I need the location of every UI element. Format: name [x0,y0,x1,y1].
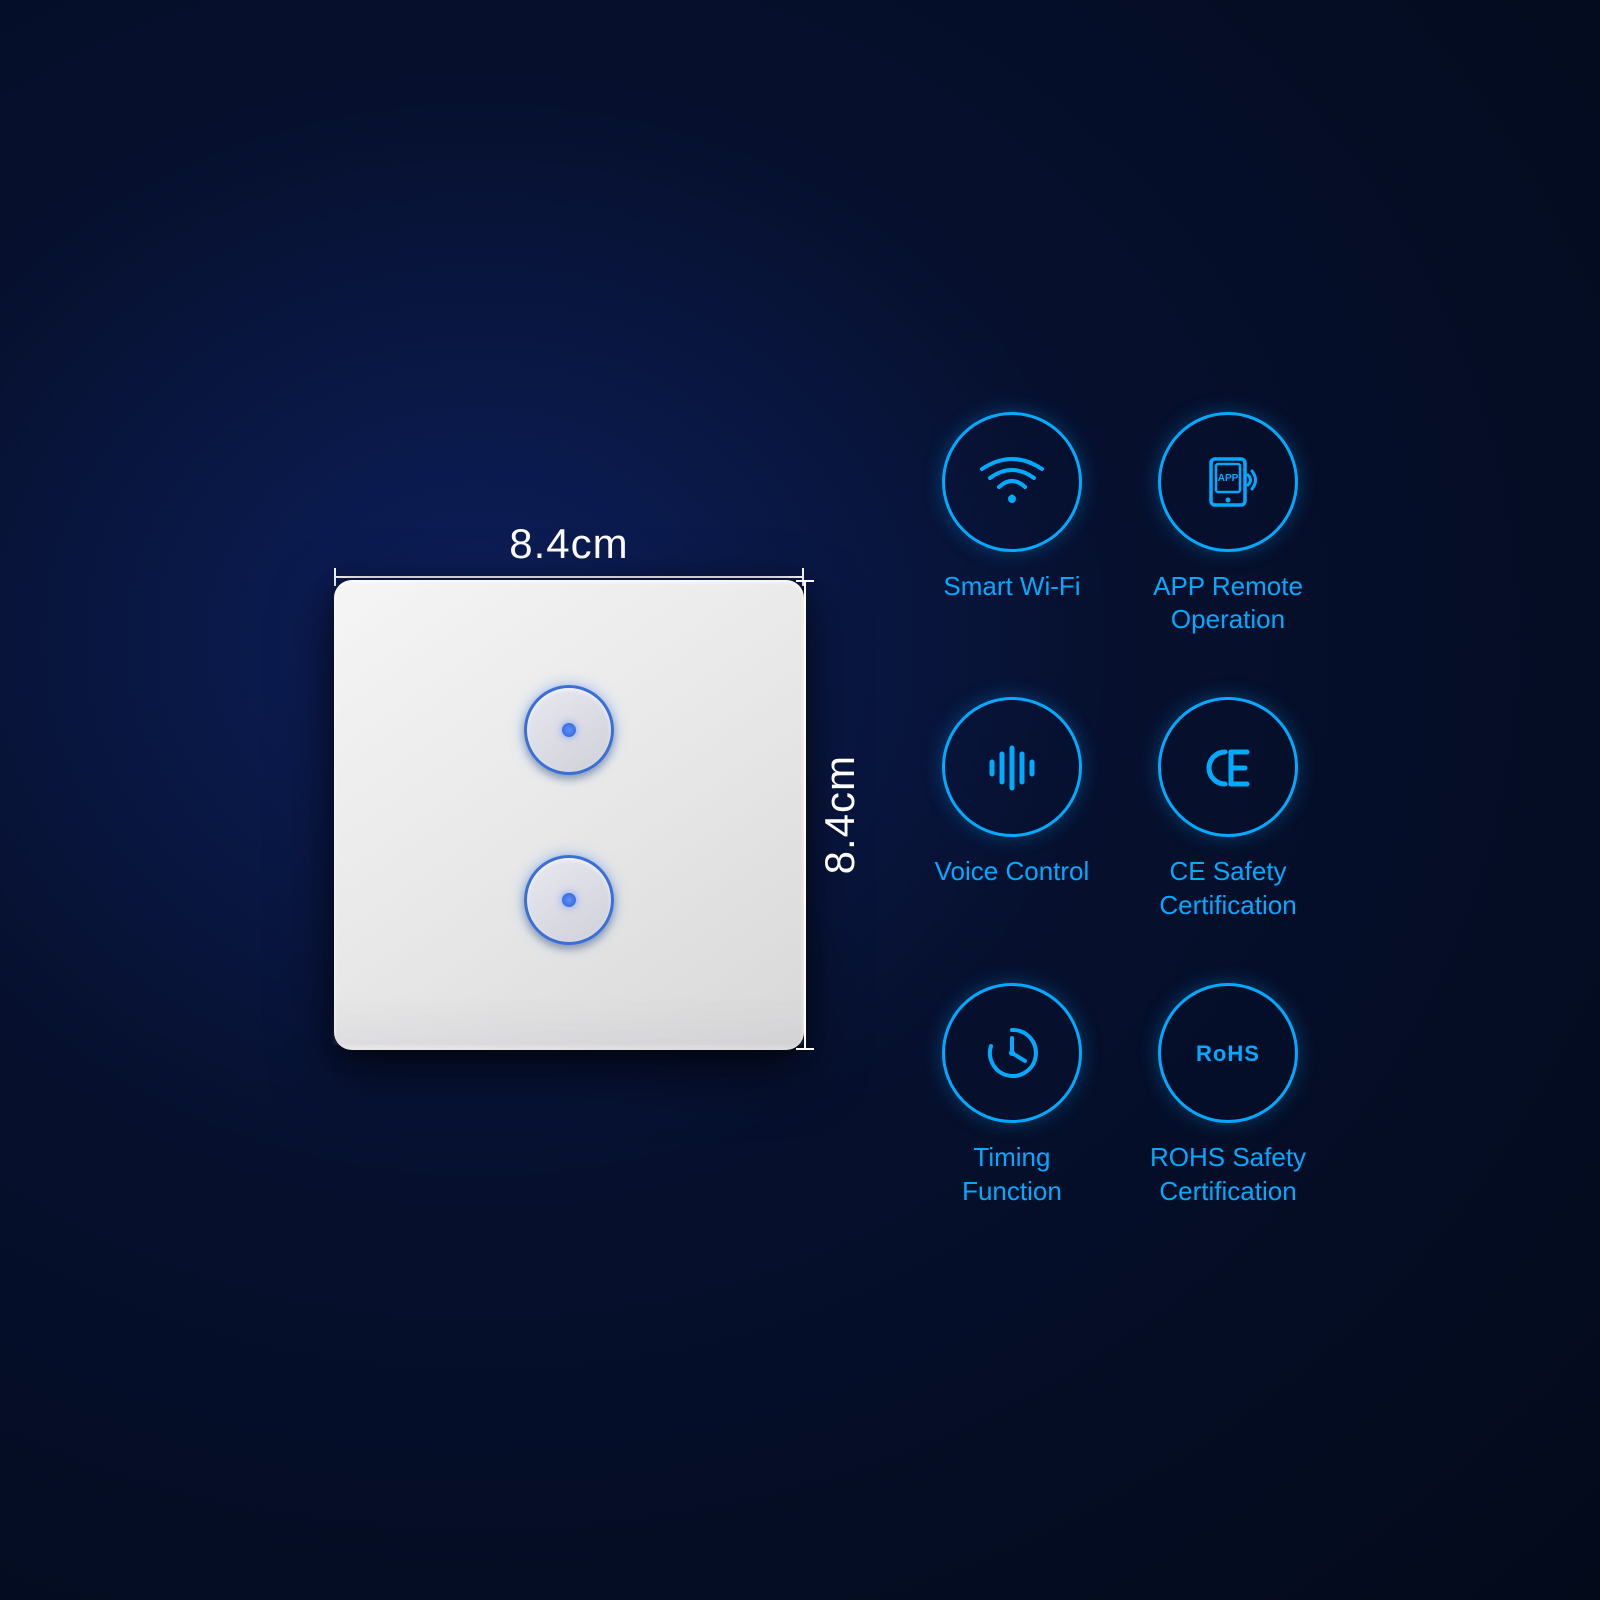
feature-app: APP APP Remote Operation [1150,412,1306,638]
feature-voice: Voice Control [934,697,1090,923]
timer-icon-circle [942,983,1082,1123]
feature-wifi: Smart Wi-Fi [934,412,1090,638]
switch-panel [334,580,804,1050]
width-dimension: 8.4cm [334,520,804,578]
voice-icon-circle [942,697,1082,837]
height-label: 8.4cm [816,755,864,874]
rohs-icon-circle: RoHS [1158,983,1298,1123]
feature-rohs: RoHS ROHS Safety Certification [1150,983,1306,1209]
feature-timer: Timing Function [934,983,1090,1209]
ce-icon-circle [1158,697,1298,837]
app-icon-circle: APP [1158,412,1298,552]
svg-text:APP: APP [1218,473,1239,484]
height-line [804,580,806,1050]
switch-button-bottom[interactable] [524,855,614,945]
switch-reflection [334,997,804,1045]
width-line [334,576,804,578]
voice-label: Voice Control [935,855,1090,889]
main-content: 8.4cm 8.4cm [0,0,1600,1600]
app-label: APP Remote Operation [1153,570,1303,638]
ce-icon [1193,732,1263,802]
height-dimension: 8.4cm [804,580,864,1050]
voice-icon [977,732,1047,802]
switch-button-top[interactable] [524,685,614,775]
timer-label: Timing Function [962,1141,1062,1209]
feature-ce: CE Safety Certification [1150,697,1306,923]
rohs-label: ROHS Safety Certification [1150,1141,1306,1209]
width-label: 8.4cm [509,520,628,568]
wifi-icon [977,447,1047,517]
dimension-wrapper: 8.4cm 8.4cm [294,490,854,1110]
svg-text:RoHS: RoHS [1196,1041,1260,1066]
wifi-label: Smart Wi-Fi [943,570,1080,604]
app-icon: APP [1193,447,1263,517]
timer-icon [977,1018,1047,1088]
features-grid: Smart Wi-Fi APP APP Remote Operation [934,392,1306,1209]
rohs-icon: RoHS [1193,1018,1263,1088]
ce-label: CE Safety Certification [1159,855,1296,923]
wifi-icon-circle [942,412,1082,552]
switch-section: 8.4cm 8.4cm [294,490,854,1110]
